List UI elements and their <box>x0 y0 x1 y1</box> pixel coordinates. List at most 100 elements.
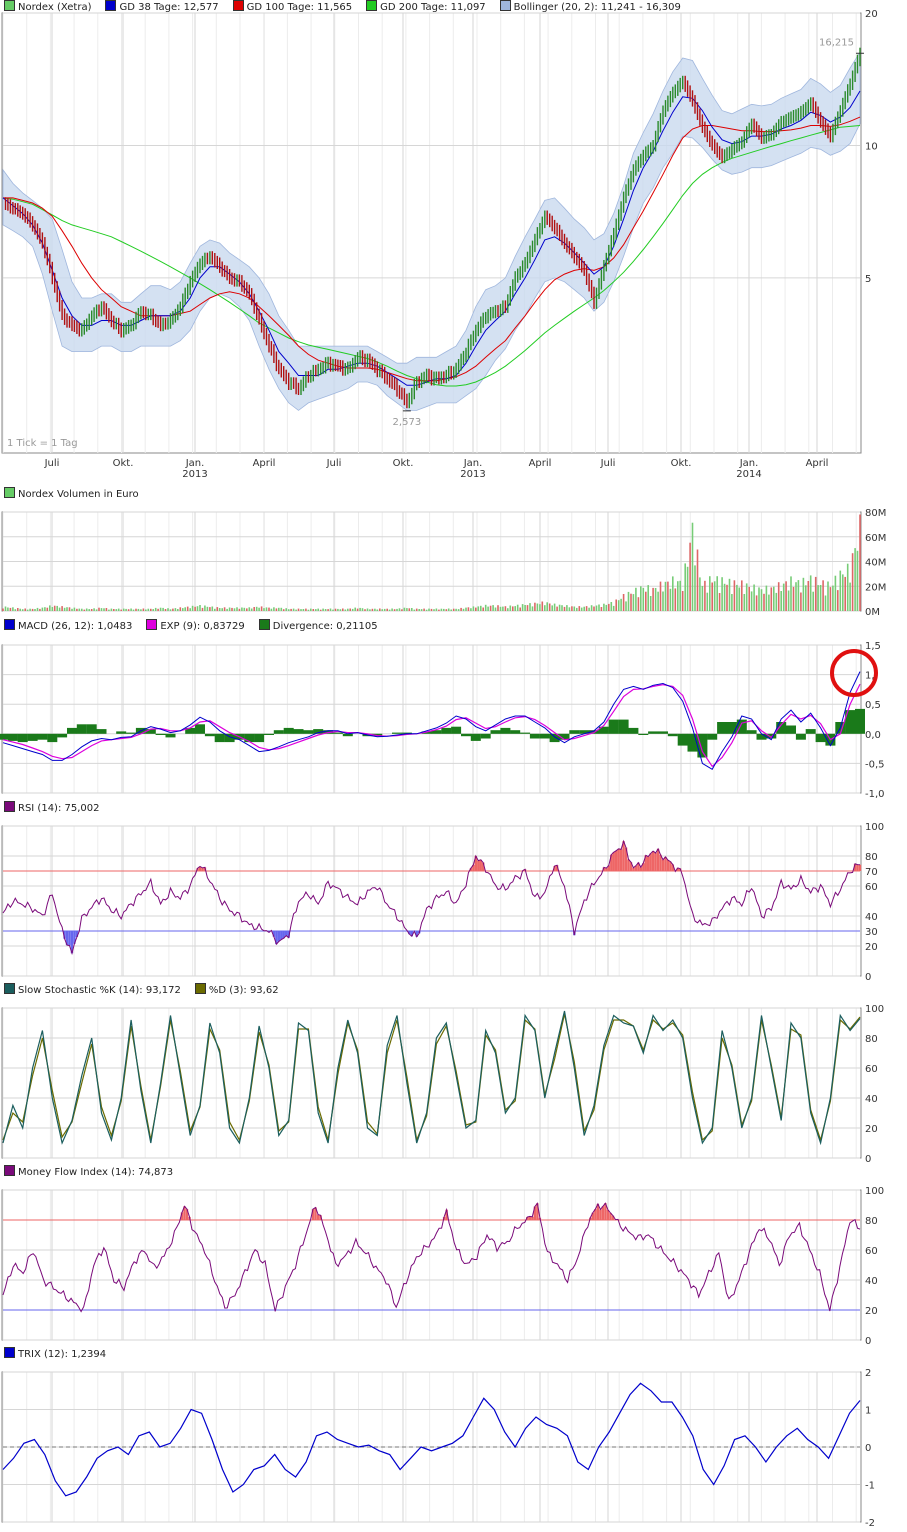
x-tick-label: April <box>806 458 829 469</box>
y-tick-label: 100 <box>865 1004 884 1015</box>
divergence-bar <box>86 724 97 734</box>
divergence-bar <box>569 730 580 734</box>
divergence-bar <box>37 733 48 740</box>
y-tick-label: 0M <box>865 607 880 618</box>
y-tick-label: -1 <box>865 1481 875 1492</box>
divergence-bar <box>658 731 668 734</box>
y-tick-label: 20 <box>865 1306 878 1317</box>
y-tick-label: 60M <box>865 533 886 544</box>
x-tick-label: Okt. <box>113 458 134 469</box>
divergence-bar <box>461 733 471 737</box>
stock-chart: 20 10 5 16,215 2,573 1 Tick = 1 Tag Juli Okt. Ja… <box>0 9 886 1529</box>
x-tick-label: Okt. <box>671 458 692 469</box>
divergence-bar <box>786 725 796 734</box>
y-tick-label: 100 <box>865 1186 884 1197</box>
divergence-bar <box>67 727 77 734</box>
y-tick-label: 0 <box>865 972 871 983</box>
divergence-bar <box>57 733 68 738</box>
divergence-bar <box>726 722 737 734</box>
divergence-bar <box>579 730 590 734</box>
x-tick-label: Jan. <box>739 458 759 469</box>
y-tick-label: 80 <box>865 1034 878 1045</box>
y-tick-label: 80 <box>865 852 878 863</box>
divergence-bar <box>165 733 176 738</box>
y-tick-label: 20M <box>865 582 886 593</box>
divergence-bar <box>539 733 550 739</box>
mfi-panel: 100 80 60 40 20 0 <box>1 1186 884 1347</box>
divergence-bar <box>648 731 659 734</box>
divergence-bar <box>805 729 816 734</box>
x-tick-label: Juli <box>44 458 60 469</box>
trix-panel: 2 1 0 -1 -2 <box>1 1368 875 1529</box>
divergence-bar <box>254 733 265 743</box>
divergence-bar <box>451 726 462 734</box>
volume-panel: 80M 60M 40M 20M 0M <box>1 508 886 618</box>
divergence-bar <box>855 708 865 734</box>
y-tick-label: 0,5 <box>865 700 881 711</box>
divergence-bar <box>214 733 225 743</box>
divergence-bar <box>490 730 501 734</box>
y-tick-label: 60 <box>865 1246 878 1257</box>
divergence-bar <box>392 732 402 734</box>
divergence-bar <box>303 730 314 734</box>
x-tick-year: 2013 <box>460 469 485 480</box>
divergence-bar <box>717 722 728 734</box>
divergence-bar <box>116 731 127 734</box>
divergence-bar <box>520 732 531 734</box>
divergence-bar <box>27 733 38 741</box>
divergence-bar <box>0 733 8 740</box>
y-tick-label: 10 <box>865 141 878 152</box>
y-tick-label: 5 <box>865 274 871 285</box>
divergence-bar <box>746 730 757 734</box>
y-tick-label: 60 <box>865 1064 878 1075</box>
y-tick-label: 20 <box>865 9 878 20</box>
divergence-bar <box>687 733 698 752</box>
divergence-bar <box>667 733 678 737</box>
x-tick-label: April <box>529 458 552 469</box>
max-price-label: 16,215 <box>819 37 854 48</box>
divergence-bar <box>7 733 18 741</box>
y-tick-label: 100 <box>865 822 884 833</box>
divergence-bar <box>204 733 215 737</box>
divergence-bar <box>283 727 294 734</box>
x-tick-label: Jan. <box>463 458 483 469</box>
divergence-bar <box>47 733 58 743</box>
divergence-bar <box>441 727 452 734</box>
y-tick-label: 60 <box>865 882 878 893</box>
y-tick-label: 80M <box>865 508 886 519</box>
y-tick-label: 0 <box>865 1443 871 1454</box>
tick-footnote: 1 Tick = 1 Tag <box>7 438 78 449</box>
divergence-bar <box>638 733 649 735</box>
stochastic-panel: 100 80 60 40 20 0 <box>1 1004 884 1165</box>
x-tick-label: Juli <box>326 458 342 469</box>
divergence-bar <box>293 729 304 734</box>
divergence-bar <box>17 733 28 743</box>
y-tick-label: 1,5 <box>865 641 881 652</box>
plot-frame <box>1 1189 862 1341</box>
divergence-bar <box>145 729 156 734</box>
divergence-bar <box>480 733 491 739</box>
min-price-label: 2,573 <box>393 417 422 428</box>
x-tick-label: Okt. <box>393 458 414 469</box>
divergence-bar <box>126 732 137 734</box>
rsi-panel: 100 80 70 60 40 30 20 0 <box>1 822 884 983</box>
divergence-bar <box>697 733 708 758</box>
y-tick-label: -0,5 <box>865 759 885 770</box>
price-panel: 20 10 5 16,215 2,573 1 Tick = 1 Tag Juli Okt. Ja… <box>1 9 878 480</box>
y-tick-label: 40 <box>865 912 878 923</box>
y-tick-label: 40M <box>865 558 886 569</box>
divergence-bar <box>776 722 787 734</box>
divergence-bar <box>195 724 205 734</box>
y-tick-label: 0 <box>865 1336 871 1347</box>
divergence-bar <box>707 733 718 740</box>
x-tick-year: 2013 <box>182 469 207 480</box>
y-tick-label: 40 <box>865 1276 878 1287</box>
divergence-bar <box>677 733 688 746</box>
divergence-bar <box>96 729 107 734</box>
y-tick-label: -2 <box>865 1518 875 1529</box>
y-tick-label: 30 <box>865 927 878 938</box>
divergence-bar <box>264 733 274 735</box>
divergence-bar <box>76 724 87 734</box>
plot-frame <box>1 825 862 977</box>
divergence-bar <box>628 727 639 734</box>
